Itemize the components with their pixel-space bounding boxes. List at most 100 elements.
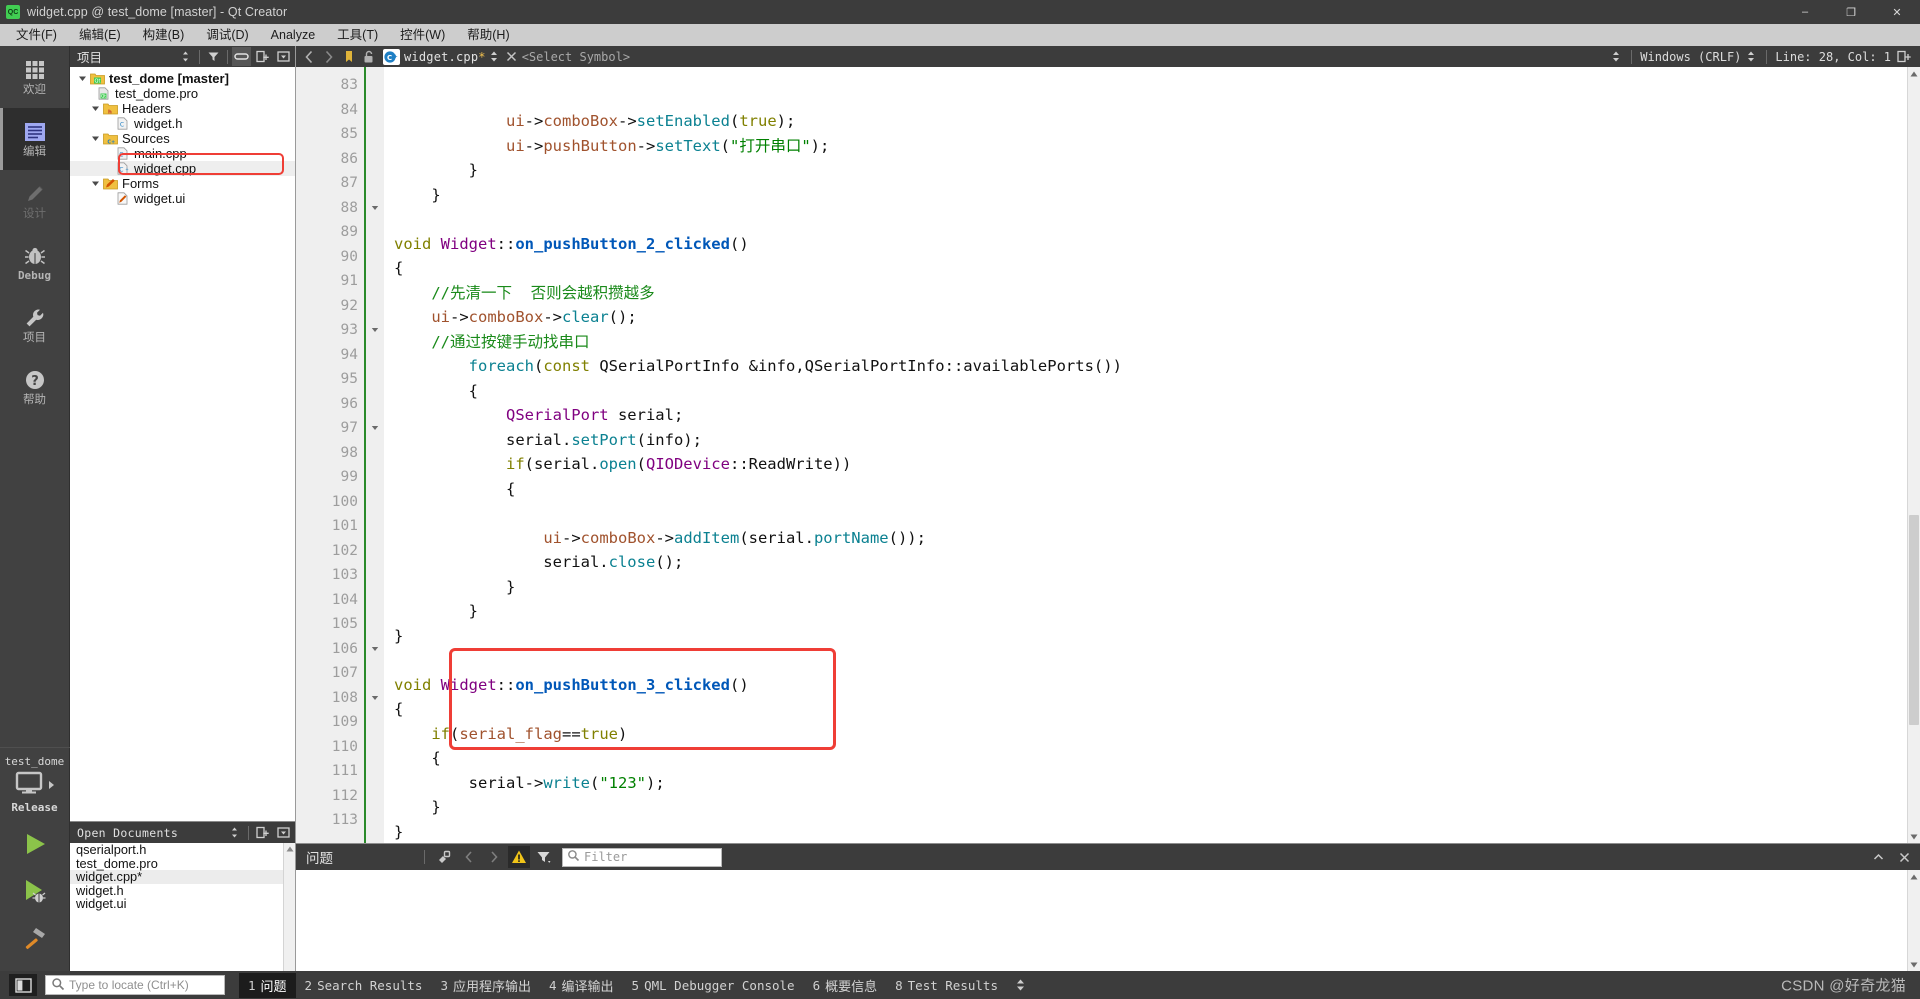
editor-vertical-scrollbar[interactable]: [1907, 67, 1920, 843]
split-add-icon[interactable]: [253, 823, 272, 842]
hammer-icon[interactable]: [21, 924, 49, 957]
file-combo-arrows-icon[interactable]: [487, 50, 501, 63]
code-line[interactable]: {: [384, 746, 1907, 771]
menu-edit[interactable]: 编辑(E): [68, 24, 132, 46]
menu-analyze[interactable]: Analyze: [260, 24, 326, 46]
project-tree[interactable]: Qt test_dome [master] Qt test_dome.pro h…: [70, 67, 295, 821]
open-documents-list[interactable]: qserialport.h test_dome.pro widget.cpp* …: [70, 843, 295, 971]
fold-marker-icon[interactable]: [366, 637, 384, 662]
chevron-down-icon[interactable]: [89, 134, 102, 143]
minimize-pane-icon[interactable]: [1867, 846, 1889, 868]
code-line[interactable]: {: [384, 477, 1907, 502]
code-line[interactable]: serial->write("123");: [384, 771, 1907, 796]
menu-window[interactable]: 控件(W): [389, 24, 456, 46]
close-editor-icon[interactable]: [502, 47, 521, 66]
tree-item-widget-cpp[interactable]: C + widget.cpp: [70, 161, 295, 176]
list-item[interactable]: qserialport.h: [70, 843, 295, 857]
close-pane-icon[interactable]: [1893, 846, 1915, 868]
minimize-button[interactable]: –: [1782, 0, 1828, 24]
tree-item-main-cpp[interactable]: C + main.cpp: [70, 146, 295, 161]
mode-edit[interactable]: 编辑: [0, 108, 70, 170]
tab-compile-output[interactable]: 4 编译输出: [540, 973, 623, 998]
editor-filename[interactable]: widget.cpp*: [404, 50, 486, 64]
chevron-right-icon[interactable]: [319, 47, 338, 66]
locator-input[interactable]: Type to locate (Ctrl+K): [45, 975, 225, 995]
split-add-icon[interactable]: [253, 47, 272, 66]
code-line[interactable]: ui->comboBox->addItem(serial.portName())…: [384, 526, 1907, 551]
next-item-icon[interactable]: [483, 846, 505, 868]
tab-issues[interactable]: 1 问题: [239, 972, 296, 998]
code-line[interactable]: //先清一下 否则会越积攒越多: [384, 281, 1907, 306]
menu-debug[interactable]: 调试(D): [195, 24, 259, 46]
menu-tools[interactable]: 工具(T): [326, 24, 389, 46]
tab-search-results[interactable]: 2 Search Results: [296, 975, 432, 996]
code-editor[interactable]: 83 84 85 86 87 88 89 90 91 92 93 94 95 96 97 98 99 100 101…: [296, 67, 1920, 843]
play-bug-icon[interactable]: [21, 877, 49, 910]
dock-menu-icon[interactable]: [274, 47, 293, 66]
list-item[interactable]: widget.ui: [70, 897, 295, 911]
maximize-button[interactable]: ❐: [1828, 0, 1874, 24]
list-item[interactable]: test_dome.pro: [70, 856, 295, 871]
menu-file[interactable]: 文件(F): [5, 24, 68, 46]
line-ending-combo-arrows-icon[interactable]: [1744, 50, 1758, 63]
encoding-combo-arrows-icon[interactable]: [1609, 50, 1623, 63]
warning-filter-icon[interactable]: [508, 846, 530, 868]
fold-marker-icon[interactable]: [366, 416, 384, 441]
code-line[interactable]: }: [384, 158, 1907, 183]
mode-projects[interactable]: 项目: [0, 294, 70, 356]
tree-item-headers[interactable]: h Headers: [70, 101, 295, 116]
fold-marker-icon[interactable]: [366, 686, 384, 711]
chevron-left-icon[interactable]: [299, 47, 318, 66]
mode-debug[interactable]: Debug: [0, 232, 70, 294]
chevron-down-icon[interactable]: [89, 104, 102, 113]
scroll-up-icon[interactable]: [1908, 870, 1920, 883]
code-line[interactable]: //通过按键手动找串口: [384, 330, 1907, 355]
filter-input[interactable]: Filter: [562, 847, 722, 867]
code-line[interactable]: void Widget::on_pushButton_2_clicked(): [384, 232, 1907, 257]
split-editor-icon[interactable]: [1894, 47, 1913, 66]
tree-item-forms[interactable]: Forms: [70, 176, 295, 191]
sync-filter-icon[interactable]: [176, 47, 195, 66]
code-line[interactable]: }: [384, 820, 1907, 844]
output-pane-scrollbar[interactable]: [1907, 870, 1920, 971]
cursor-position-indicator[interactable]: Line: 28, Col: 1: [1775, 50, 1891, 64]
play-icon[interactable]: [21, 830, 49, 863]
unlock-icon[interactable]: [359, 47, 378, 66]
code-line[interactable]: serial.setPort(info);: [384, 428, 1907, 453]
tree-item-project[interactable]: Qt test_dome [master]: [70, 71, 295, 86]
code-line[interactable]: [384, 501, 1907, 526]
mode-welcome[interactable]: 欢迎: [0, 46, 70, 108]
chevron-down-icon[interactable]: [89, 179, 102, 188]
tab-qml-debugger-console[interactable]: 5 QML Debugger Console: [623, 975, 804, 996]
code-line[interactable]: QSerialPort serial;: [384, 403, 1907, 428]
code-line[interactable]: foreach(const QSerialPortInfo &info,QSer…: [384, 354, 1907, 379]
code-line[interactable]: void Widget::on_pushButton_3_clicked(): [384, 673, 1907, 698]
code-line[interactable]: [384, 207, 1907, 232]
code-line[interactable]: }: [384, 624, 1907, 649]
fold-marker-column[interactable]: [364, 67, 384, 843]
mode-help[interactable]: ? 帮助: [0, 356, 70, 418]
menu-build[interactable]: 构建(B): [132, 24, 196, 46]
code-line[interactable]: ui->pushButton->setText("打开串口");: [384, 134, 1907, 159]
code-line[interactable]: if(serial.open(QIODevice::ReadWrite)): [384, 452, 1907, 477]
code-line[interactable]: }: [384, 795, 1907, 820]
code-line[interactable]: serial.close();: [384, 550, 1907, 575]
tree-item-pro-file[interactable]: Qt test_dome.pro: [70, 86, 295, 101]
scroll-down-icon[interactable]: [1908, 958, 1920, 971]
prev-item-icon[interactable]: [458, 846, 480, 868]
mode-design[interactable]: 设计: [0, 170, 70, 232]
line-ending-indicator[interactable]: Windows (CRLF): [1640, 50, 1741, 64]
code-line[interactable]: }: [384, 183, 1907, 208]
open-documents-scrollbar[interactable]: [283, 843, 295, 971]
fold-marker-icon[interactable]: [366, 318, 384, 343]
scroll-down-icon[interactable]: [1908, 830, 1920, 843]
code-line[interactable]: if(serial_flag==true): [384, 722, 1907, 747]
code-line[interactable]: ui->comboBox->setEnabled(true);: [384, 109, 1907, 134]
scrollbar-thumb[interactable]: [1909, 515, 1919, 725]
symbol-selector[interactable]: <Select Symbol>: [522, 50, 630, 64]
scroll-up-icon[interactable]: [284, 843, 295, 855]
tabs-overflow-arrows-icon[interactable]: [1015, 978, 1026, 992]
code-line[interactable]: {: [384, 697, 1907, 722]
tab-general-messages[interactable]: 6 概要信息: [804, 973, 887, 998]
sync-icon[interactable]: [225, 823, 244, 842]
